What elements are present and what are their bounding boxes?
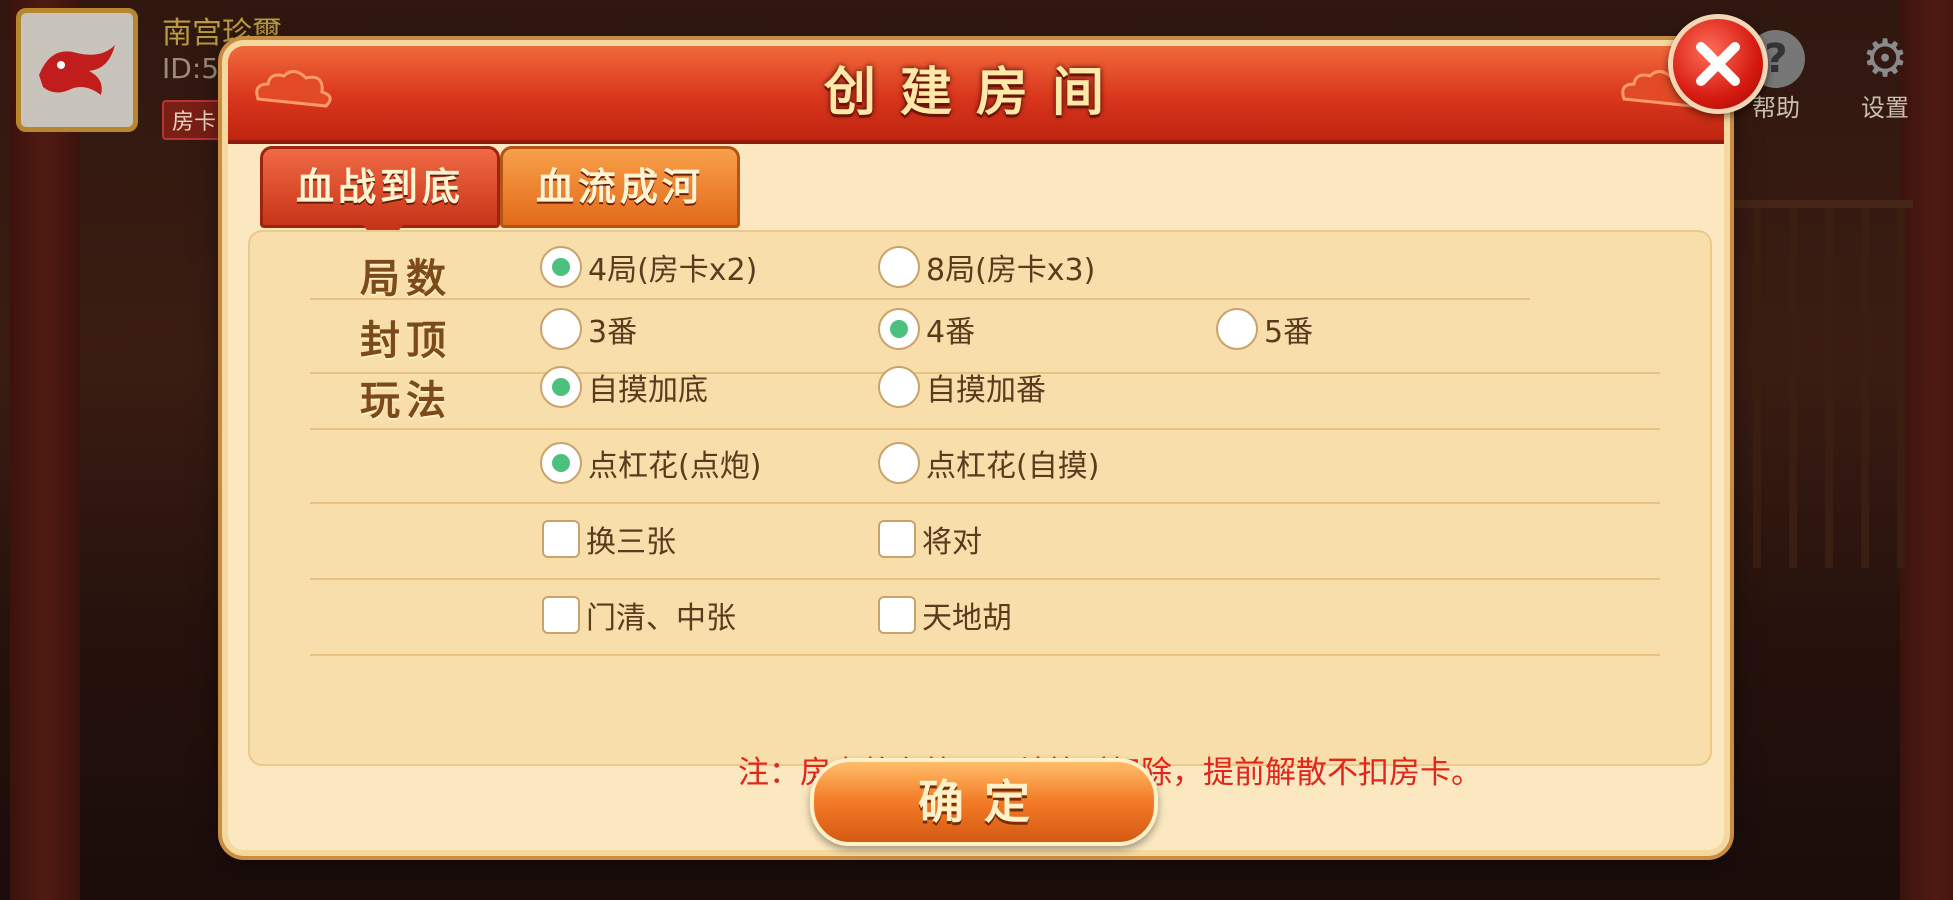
- radio-unselected[interactable]: [878, 366, 920, 408]
- rounds-label: 局数: [360, 255, 452, 302]
- checkbox-menqing-zhongzhang[interactable]: 门清、中张: [542, 590, 736, 640]
- option-label: 换三张: [586, 525, 676, 560]
- settings-label: 设置: [1861, 94, 1909, 122]
- create-room-dialog: 创建房间 血战到底 血流成河 局数 封顶 玩法 4局(房卡x2) 8局(房卡x3…: [222, 40, 1730, 856]
- options-panel: 局数 封顶 玩法 4局(房卡x2) 8局(房卡x3) 3番 4番 5番 自摸加底…: [248, 230, 1712, 766]
- gear-icon: ⚙: [1861, 29, 1909, 89]
- row-divider: [310, 298, 1530, 300]
- rounds-option-8[interactable]: 8局(房卡x3): [878, 242, 1095, 292]
- checkbox[interactable]: [542, 520, 580, 558]
- checkbox-huan-san-zhang[interactable]: 换三张: [542, 514, 676, 564]
- option-label: 4局(房卡x2): [588, 253, 758, 288]
- row-divider: [310, 502, 1660, 504]
- option-label: 门清、中张: [586, 601, 736, 636]
- play-label: 玩法: [360, 377, 452, 424]
- checkbox[interactable]: [542, 596, 580, 634]
- tab-label: 血流成河: [535, 164, 704, 209]
- rounds-option-4[interactable]: 4局(房卡x2): [540, 242, 757, 292]
- option-label: 自摸加番: [926, 373, 1046, 408]
- option-label: 自摸加底: [588, 373, 708, 408]
- option-label: 点杠花(自摸): [926, 449, 1100, 484]
- checkbox-jiang-dui[interactable]: 将对: [878, 514, 982, 564]
- room-card-badge: 房卡: [162, 100, 227, 140]
- option-label: 点杠花(点炮): [588, 449, 762, 484]
- dialog-title: 创建房间: [823, 62, 1128, 123]
- tab-xueliu-chenghe[interactable]: 血流成河: [500, 146, 740, 228]
- confirm-button[interactable]: 确定: [810, 758, 1158, 846]
- tab-label: 血战到底: [295, 164, 464, 209]
- option-label: 天地胡: [922, 601, 1012, 636]
- settings-button[interactable]: ⚙ 设置: [1835, 29, 1935, 122]
- row-divider: [310, 428, 1660, 430]
- option-label: 5番: [1264, 315, 1314, 350]
- cap-option-4[interactable]: 4番: [878, 304, 975, 354]
- option-label: 8局(房卡x3): [926, 253, 1096, 288]
- dialog-header: 创建房间: [228, 46, 1724, 144]
- player-avatar[interactable]: [16, 8, 138, 132]
- radio-selected[interactable]: [878, 308, 920, 350]
- close-button[interactable]: [1668, 14, 1768, 114]
- radio-unselected[interactable]: [540, 308, 582, 350]
- radio-unselected[interactable]: [878, 442, 920, 484]
- checkbox-tiandi-hu[interactable]: 天地胡: [878, 590, 1012, 640]
- option-label: 将对: [922, 525, 982, 560]
- checkbox[interactable]: [878, 520, 916, 558]
- option-label: 4番: [926, 315, 976, 350]
- checkbox[interactable]: [878, 596, 916, 634]
- row-divider: [310, 654, 1660, 656]
- play-option-zimo-jiafan[interactable]: 自摸加番: [878, 362, 1046, 412]
- close-icon: [1696, 42, 1740, 86]
- cap-option-5[interactable]: 5番: [1216, 304, 1313, 354]
- tab-xuezhan-daodi[interactable]: 血战到底: [260, 146, 500, 251]
- play-option-dianganghua-dianpao[interactable]: 点杠花(点炮): [540, 438, 761, 488]
- cap-option-3[interactable]: 3番: [540, 304, 637, 354]
- play-option-zimo-jiadi[interactable]: 自摸加底: [540, 362, 708, 412]
- radio-unselected[interactable]: [878, 246, 920, 288]
- row-divider: [310, 578, 1660, 580]
- play-option-dianganghua-zimo[interactable]: 点杠花(自摸): [878, 438, 1099, 488]
- option-label: 3番: [588, 315, 638, 350]
- cap-label: 封顶: [360, 317, 452, 364]
- radio-unselected[interactable]: [1216, 308, 1258, 350]
- radio-selected[interactable]: [540, 442, 582, 484]
- radio-selected[interactable]: [540, 246, 582, 288]
- dragon-logo-icon: [39, 45, 115, 95]
- radio-selected[interactable]: [540, 366, 582, 408]
